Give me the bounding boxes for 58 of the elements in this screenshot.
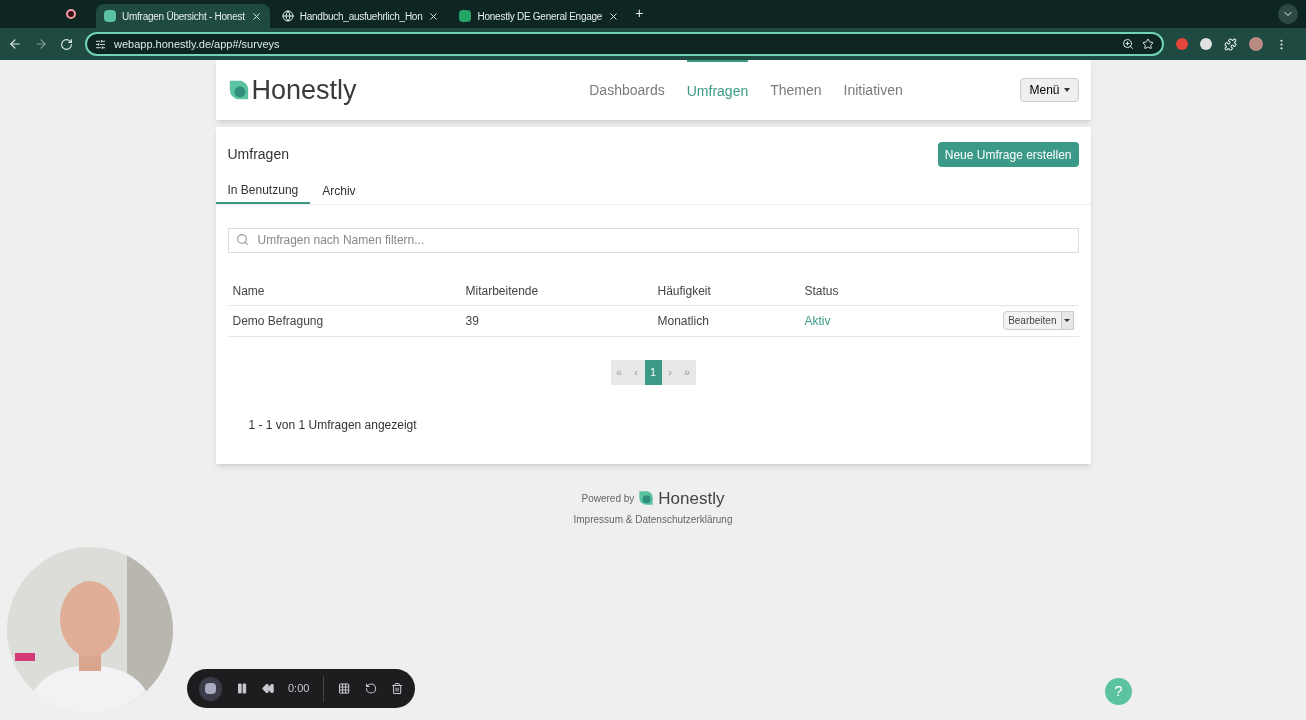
logo-icon bbox=[227, 79, 250, 101]
table-cell-text: Monatlich bbox=[657, 312, 710, 330]
grid-icon[interactable] bbox=[338, 682, 351, 695]
bookmark-star-icon[interactable] bbox=[1142, 38, 1154, 50]
logo-text: Honestly bbox=[251, 73, 357, 107]
site-settings-icon[interactable] bbox=[95, 38, 106, 50]
pause-icon[interactable] bbox=[235, 682, 248, 695]
table-cell-text: 39 bbox=[465, 312, 480, 330]
delete-icon[interactable] bbox=[390, 682, 403, 695]
profile-avatar[interactable] bbox=[1249, 37, 1263, 51]
page-button[interactable]: « bbox=[610, 359, 628, 385]
nav-link[interactable]: Initiativen bbox=[843, 60, 903, 120]
browser-tab[interactable]: Umfragen Übersicht - Honest bbox=[96, 4, 270, 28]
globe-icon bbox=[281, 10, 294, 22]
caret-icon bbox=[1063, 88, 1070, 92]
column-header: Name bbox=[232, 282, 266, 300]
menu-button[interactable]: Menü bbox=[1020, 78, 1079, 102]
nav-link[interactable]: Dashboards bbox=[589, 60, 665, 120]
address-bar[interactable]: webapp.honestly.de/app#/surveys bbox=[85, 32, 1164, 56]
logo-icon bbox=[638, 490, 655, 507]
edit-button[interactable]: Bearbeiten bbox=[1003, 311, 1062, 330]
caret-icon bbox=[1064, 319, 1070, 322]
new-tab-button[interactable]: + bbox=[635, 3, 644, 24]
powered-by-text: Powered by bbox=[581, 491, 635, 506]
nav-link[interactable]: Umfragen bbox=[686, 60, 749, 120]
close-icon[interactable] bbox=[428, 10, 440, 22]
column-header: Status bbox=[804, 282, 840, 300]
extensions-icon[interactable] bbox=[1224, 37, 1237, 51]
column-header: Mitarbeitende bbox=[465, 282, 540, 300]
table-cell-text: Demo Befragung bbox=[232, 312, 325, 330]
tab-list-button[interactable] bbox=[1278, 4, 1298, 24]
tab[interactable]: In Benutzung bbox=[215, 177, 311, 204]
panel-title: Umfragen bbox=[227, 145, 289, 164]
create-survey-button[interactable]: Neue Umfrage erstellen bbox=[937, 142, 1079, 167]
column-header: Häufigkeit bbox=[657, 282, 712, 300]
footer-logo-text: Honestly bbox=[658, 487, 725, 510]
browser-tab[interactable]: Honestly DE General Engage bbox=[451, 4, 628, 28]
tab[interactable]: Archiv bbox=[310, 177, 368, 204]
stop-button[interactable] bbox=[199, 676, 222, 701]
close-icon[interactable] bbox=[250, 10, 262, 22]
zoom-icon[interactable] bbox=[1122, 38, 1134, 50]
close-icon[interactable] bbox=[608, 10, 620, 22]
timer-text: 0:00 bbox=[288, 681, 310, 697]
app-icon bbox=[104, 10, 116, 22]
restart-icon[interactable] bbox=[364, 682, 377, 695]
rewind-icon[interactable] bbox=[261, 682, 274, 695]
back-icon[interactable] bbox=[8, 37, 22, 51]
search-field[interactable]: Umfragen nach Namen filtern... bbox=[227, 227, 1079, 253]
status-text: Aktiv bbox=[804, 312, 832, 330]
browser-tab[interactable]: Handbuch_ausfuehrlich_Hon bbox=[273, 4, 448, 28]
results-summary: 1 - 1 von 1 Umfragen angezeigt bbox=[248, 416, 418, 434]
spreadsheet-icon bbox=[459, 10, 472, 22]
search-icon bbox=[235, 233, 249, 246]
record-indicator-icon bbox=[66, 9, 76, 19]
nav-link[interactable]: Themen bbox=[770, 60, 822, 120]
reload-icon[interactable] bbox=[60, 37, 73, 51]
extension-icon[interactable] bbox=[1200, 38, 1212, 50]
legal-link[interactable]: Impressum & Datenschutzerklärung bbox=[573, 512, 733, 527]
